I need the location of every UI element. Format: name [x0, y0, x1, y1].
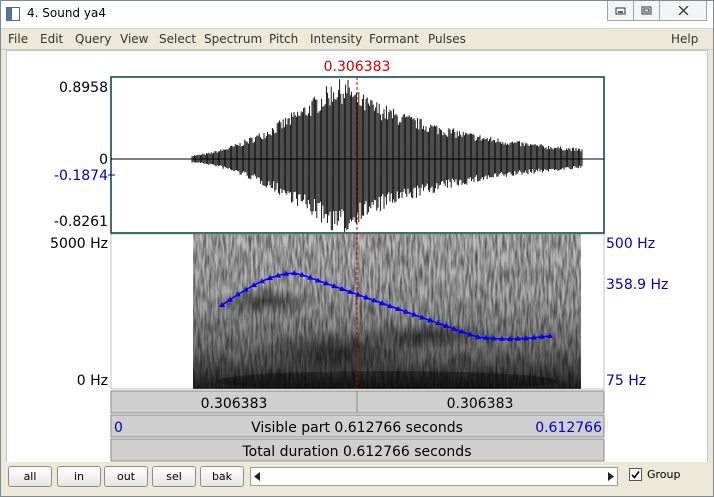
pitch-top-label: 500 Hz — [606, 236, 655, 252]
time-scrollbar[interactable] — [250, 467, 618, 486]
pitch-bottom-label: 75 Hz — [606, 373, 646, 389]
zoom-all-button[interactable]: all — [8, 466, 52, 487]
minimize-button[interactable] — [607, 1, 634, 21]
zoom-out-button[interactable]: out — [104, 466, 148, 487]
cursor-time-label: 0.306383 — [324, 59, 391, 75]
minimize-icon — [615, 7, 626, 15]
visible-part-label: Visible part 0.612766 seconds — [251, 420, 463, 436]
time-bar-left-label: 0.306383 — [201, 396, 268, 412]
menu-formant[interactable]: Formant — [369, 32, 419, 46]
waveform-zero-label: 0 — [99, 152, 108, 168]
group-toggle[interactable]: Group — [629, 468, 681, 481]
sound-editor-canvas[interactable]: 0.8958 0 -0.1874 -0.8261 5000 Hz 0 Hz 50… — [6, 50, 708, 463]
menu-pitch[interactable]: Pitch — [269, 32, 298, 46]
zoom-sel-button[interactable]: sel — [152, 466, 196, 487]
menu-pulses[interactable]: Pulses — [428, 32, 466, 46]
menu-view[interactable]: View — [120, 32, 148, 46]
menu-bar: File Edit Query View Select Spectrum Pit… — [1, 29, 713, 50]
group-label: Group — [647, 468, 681, 481]
menu-edit[interactable]: Edit — [40, 32, 63, 46]
menu-help[interactable]: Help — [671, 32, 698, 46]
spectrogram-freq-bottom-label: 0 Hz — [77, 373, 108, 389]
title-bar: 4. Sound ya4 — [1, 1, 713, 29]
maximize-icon — [641, 6, 652, 15]
time-bar-right-label: 0.306383 — [447, 396, 514, 412]
menu-spectrum[interactable]: Spectrum — [204, 32, 262, 46]
checkmark-icon — [631, 471, 640, 479]
arrow-left-icon[interactable] — [254, 472, 260, 481]
waveform-min-label: -0.8261 — [54, 214, 108, 230]
close-icon — [678, 6, 688, 15]
waveform-cursor-value-label: -0.1874 — [54, 168, 108, 184]
menu-file[interactable]: File — [8, 32, 28, 46]
zoom-back-button[interactable]: bak — [200, 466, 244, 487]
pitch-cursor-label: 358.9 Hz — [606, 277, 668, 293]
arrow-right-icon[interactable] — [608, 472, 614, 481]
praat-sound-window: 4. Sound ya4 File Edit Query View Select — [0, 0, 714, 497]
bottom-toolbar: all in out sel bak Group — [1, 462, 713, 496]
group-checkbox[interactable] — [629, 468, 642, 481]
maximize-button[interactable] — [633, 1, 660, 21]
sound-plot[interactable]: 0.8958 0 -0.1874 -0.8261 5000 Hz 0 Hz 50… — [7, 51, 707, 462]
menu-query[interactable]: Query — [75, 32, 111, 46]
window-title: 4. Sound ya4 — [27, 6, 106, 20]
close-button[interactable] — [659, 1, 707, 21]
menu-select[interactable]: Select — [159, 32, 196, 46]
spectrogram-freq-top-label: 5000 Hz — [50, 236, 108, 252]
zoom-in-button[interactable]: in — [57, 466, 101, 487]
app-icon — [6, 7, 20, 21]
total-duration-label: Total duration 0.612766 seconds — [242, 444, 472, 460]
menu-intensity[interactable]: Intensity — [310, 32, 362, 46]
visible-start-label: 0 — [114, 420, 123, 436]
waveform-max-label: 0.8958 — [59, 80, 108, 96]
spectrogram — [193, 234, 581, 389]
visible-end-label: 0.612766 — [535, 420, 602, 436]
